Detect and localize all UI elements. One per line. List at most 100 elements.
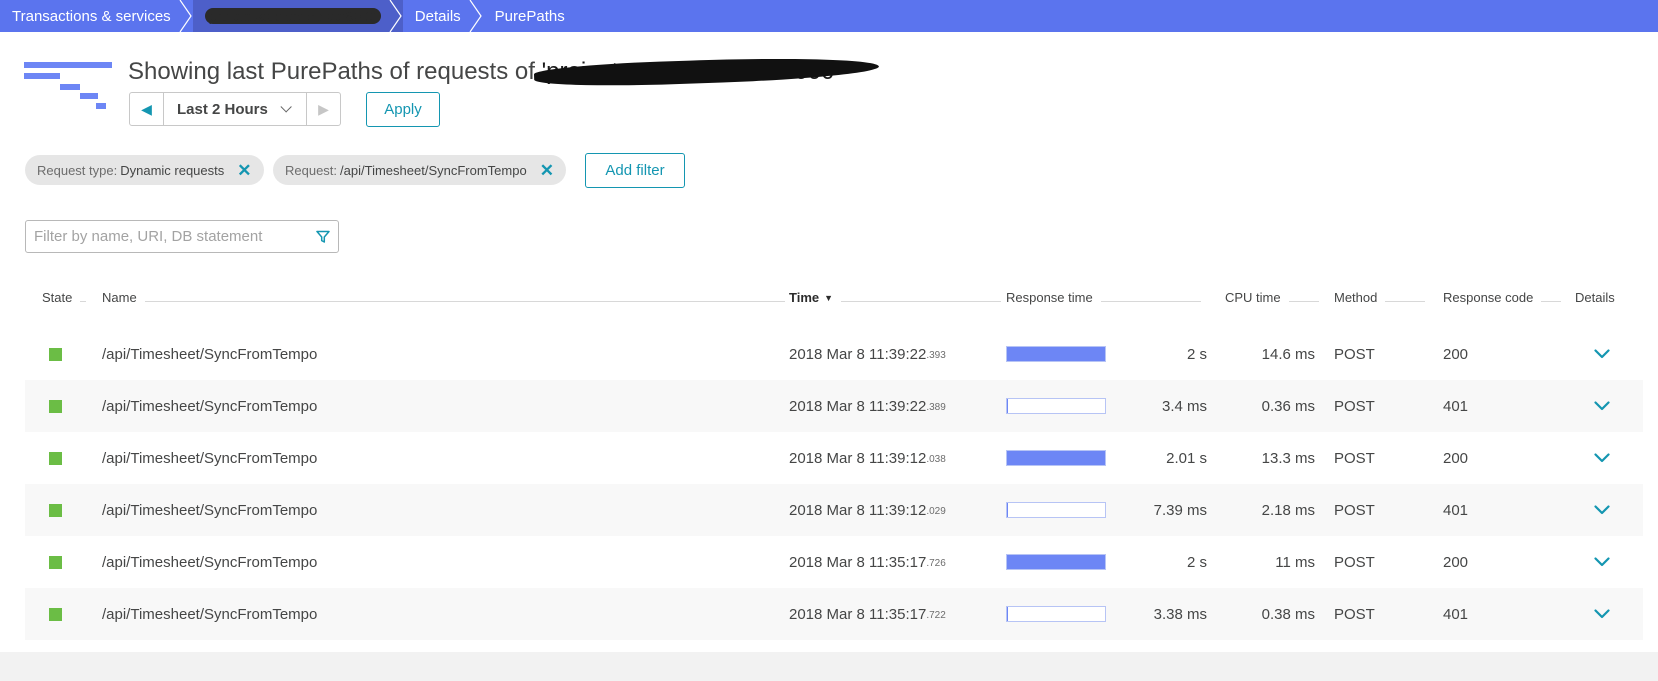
request-time: 2018 Mar 8 11:39:12.029 bbox=[789, 501, 946, 519]
method-value: POST bbox=[1334, 501, 1375, 519]
response-time-bar bbox=[1006, 588, 1106, 640]
table-row[interactable]: /api/Timesheet/SyncFromTempo 2018 Mar 8 … bbox=[25, 588, 1643, 640]
method-value: POST bbox=[1334, 449, 1375, 467]
funnel-icon[interactable] bbox=[316, 230, 330, 244]
triangle-left-icon: ◀ bbox=[141, 100, 152, 117]
close-icon[interactable]: ✕ bbox=[540, 162, 554, 179]
breadcrumb-item-details[interactable]: Details bbox=[403, 0, 483, 32]
filter-search-box bbox=[25, 220, 339, 253]
request-name[interactable]: /api/Timesheet/SyncFromTempo bbox=[102, 328, 317, 380]
method-value: POST bbox=[1334, 397, 1375, 415]
column-header-time[interactable]: Time ▼ bbox=[789, 290, 1002, 305]
response-time-value: 7.39 ms bbox=[1153, 501, 1207, 519]
column-header-response-code[interactable]: Response code bbox=[1443, 290, 1562, 305]
filter-chip-request: Request: /api/Timesheet/SyncFromTempo ✕ bbox=[273, 155, 566, 185]
column-header-name[interactable]: Name bbox=[102, 290, 785, 305]
request-name[interactable]: /api/Timesheet/SyncFromTempo bbox=[102, 588, 317, 640]
chevron-down-icon[interactable] bbox=[1594, 484, 1610, 536]
response-time-bar bbox=[1006, 432, 1106, 484]
timeframe-selector: ◀ Last 2 Hours ▶ bbox=[129, 92, 341, 126]
response-code-value: 401 bbox=[1443, 397, 1469, 415]
breadcrumb-label: Details bbox=[414, 7, 461, 25]
cpu-time-value: 0.38 ms bbox=[1261, 605, 1315, 623]
request-time: 2018 Mar 8 11:39:22.393 bbox=[789, 345, 946, 363]
breadcrumb-label: Transactions & services bbox=[12, 7, 171, 25]
response-time-value: 2.01 s bbox=[1166, 449, 1207, 467]
breadcrumb-label: PurePaths bbox=[494, 7, 565, 25]
response-time-value: 2 s bbox=[1186, 345, 1207, 363]
state-indicator bbox=[49, 451, 62, 465]
breadcrumb-item-transactions[interactable]: Transactions & services bbox=[0, 0, 193, 32]
cpu-time-value: 14.6 ms bbox=[1261, 345, 1315, 363]
timeframe-next-button[interactable]: ▶ bbox=[306, 93, 340, 125]
page-title-prefix: Showing last PurePaths of requests of bbox=[128, 58, 542, 85]
method-value: POST bbox=[1334, 605, 1375, 623]
response-code-value: 200 bbox=[1443, 449, 1469, 467]
state-indicator bbox=[49, 607, 62, 621]
purepaths-table: State Name Time ▼ Response time CPU time … bbox=[25, 272, 1643, 640]
request-time: 2018 Mar 8 11:39:12.038 bbox=[789, 449, 946, 467]
chevron-down-icon[interactable] bbox=[1594, 588, 1610, 640]
page-title-service: 'projectpapp.sofico.be:8000' bbox=[541, 58, 839, 85]
chevron-down-icon bbox=[280, 101, 292, 113]
timeframe-dropdown[interactable]: Last 2 Hours bbox=[164, 93, 306, 125]
breadcrumb-label: projectpapp.sofico.be:8000 bbox=[204, 8, 381, 24]
filter-key: Request: bbox=[285, 162, 338, 178]
response-code-value: 200 bbox=[1443, 553, 1469, 571]
response-time-value: 3.38 ms bbox=[1153, 605, 1207, 623]
timeframe-prev-button[interactable]: ◀ bbox=[130, 93, 164, 125]
cpu-time-value: 0.36 ms bbox=[1261, 397, 1315, 415]
chevron-down-icon[interactable] bbox=[1594, 432, 1610, 484]
table-body: /api/Timesheet/SyncFromTempo 2018 Mar 8 … bbox=[25, 328, 1643, 640]
cpu-time-value: 13.3 ms bbox=[1261, 449, 1315, 467]
apply-button[interactable]: Apply bbox=[366, 92, 440, 127]
response-time-value: 3.4 ms bbox=[1161, 397, 1207, 415]
filter-chip-request-type: Request type: Dynamic requests ✕ bbox=[25, 155, 264, 185]
breadcrumb-separator-icon bbox=[179, 0, 192, 32]
breadcrumb-item-service[interactable]: projectpapp.sofico.be:8000 bbox=[192, 0, 403, 32]
column-header-cpu-time[interactable]: CPU time bbox=[1225, 290, 1319, 305]
table-row[interactable]: /api/Timesheet/SyncFromTempo 2018 Mar 8 … bbox=[25, 536, 1643, 588]
chevron-down-icon[interactable] bbox=[1594, 328, 1610, 380]
table-row[interactable]: /api/Timesheet/SyncFromTempo 2018 Mar 8 … bbox=[25, 380, 1643, 432]
table-row[interactable]: /api/Timesheet/SyncFromTempo 2018 Mar 8 … bbox=[25, 484, 1643, 536]
method-value: POST bbox=[1334, 553, 1375, 571]
request-time: 2018 Mar 8 11:35:17.726 bbox=[789, 553, 946, 571]
response-code-value: 401 bbox=[1443, 501, 1469, 519]
add-filter-button[interactable]: Add filter bbox=[585, 153, 685, 188]
chevron-down-icon[interactable] bbox=[1594, 380, 1610, 432]
breadcrumb-separator-icon bbox=[389, 0, 402, 32]
page: Transactions & services projectpapp.sofi… bbox=[0, 0, 1658, 681]
state-indicator bbox=[49, 503, 62, 517]
search-input[interactable] bbox=[34, 228, 316, 245]
breadcrumb-separator-icon bbox=[469, 0, 482, 32]
filter-value: /api/Timesheet/SyncFromTempo bbox=[340, 162, 527, 178]
column-header-state[interactable]: State bbox=[42, 290, 87, 305]
table-header: State Name Time ▼ Response time CPU time … bbox=[25, 272, 1643, 328]
column-header-method[interactable]: Method bbox=[1334, 290, 1426, 305]
method-value: POST bbox=[1334, 345, 1375, 363]
table-row[interactable]: /api/Timesheet/SyncFromTempo 2018 Mar 8 … bbox=[25, 432, 1643, 484]
request-name[interactable]: /api/Timesheet/SyncFromTempo bbox=[102, 484, 317, 536]
timeframe-label: Last 2 Hours bbox=[177, 100, 268, 118]
main-content: Showing last PurePaths of requests of 'p… bbox=[0, 32, 1658, 652]
request-name[interactable]: /api/Timesheet/SyncFromTempo bbox=[102, 536, 317, 588]
triangle-right-icon: ▶ bbox=[318, 100, 329, 117]
response-time-bar bbox=[1006, 380, 1106, 432]
close-icon[interactable]: ✕ bbox=[237, 162, 251, 179]
filter-key: Request type: bbox=[37, 162, 118, 178]
response-time-value: 2 s bbox=[1186, 553, 1207, 571]
sort-desc-icon: ▼ bbox=[824, 292, 834, 303]
request-name[interactable]: /api/Timesheet/SyncFromTempo bbox=[102, 432, 317, 484]
chevron-down-icon[interactable] bbox=[1594, 536, 1610, 588]
column-header-response-time[interactable]: Response time bbox=[1006, 290, 1201, 305]
filter-value: Dynamic requests bbox=[120, 162, 225, 178]
cpu-time-value: 2.18 ms bbox=[1261, 501, 1315, 519]
request-name[interactable]: /api/Timesheet/SyncFromTempo bbox=[102, 380, 317, 432]
response-time-bar bbox=[1006, 484, 1106, 536]
page-title: Showing last PurePaths of requests of 'p… bbox=[128, 58, 839, 86]
breadcrumb-item-purepaths[interactable]: PurePaths bbox=[483, 0, 587, 32]
table-row[interactable]: /api/Timesheet/SyncFromTempo 2018 Mar 8 … bbox=[25, 328, 1643, 380]
request-time: 2018 Mar 8 11:39:22.389 bbox=[789, 397, 946, 415]
state-indicator bbox=[49, 399, 62, 413]
